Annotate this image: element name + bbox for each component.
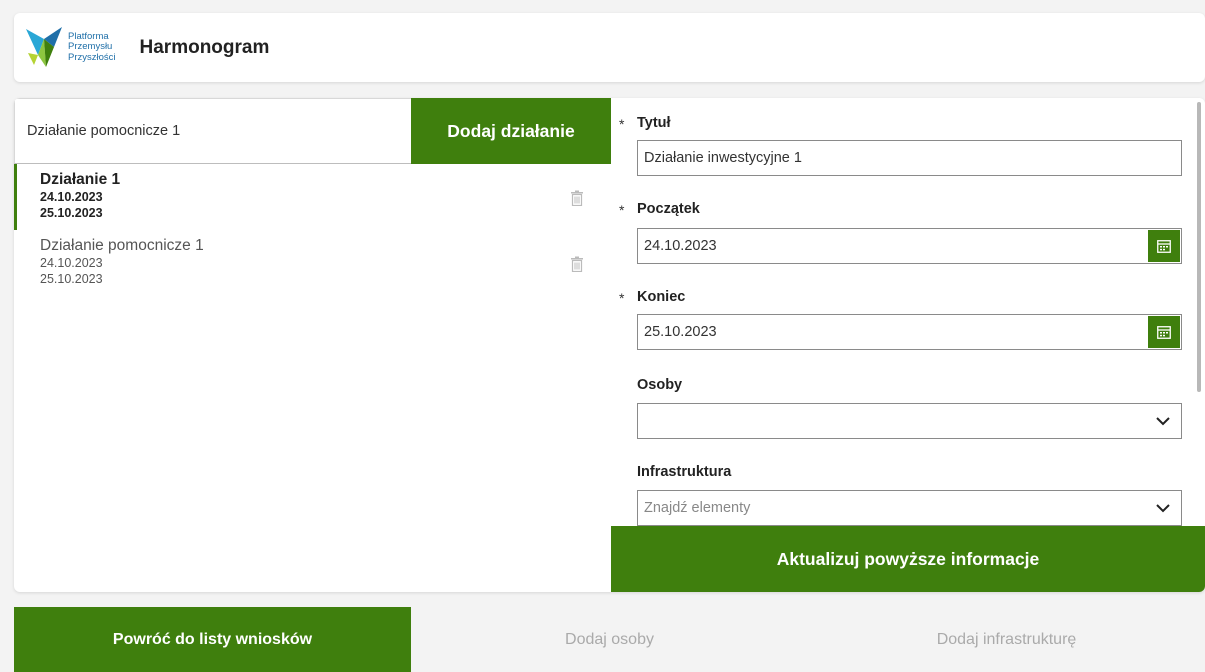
start-date-input[interactable]: 24.10.2023 [637,228,1182,264]
chevron-down-icon [1156,504,1170,513]
add-activity-button[interactable]: Dodaj działanie [411,98,611,164]
activity-end-date: 25.10.2023 [40,206,103,220]
end-date-input[interactable]: 25.10.2023 [637,314,1182,350]
activity-start-date: 24.10.2023 [40,190,103,204]
list-item[interactable]: Działanie 1 24.10.2023 25.10.2023 [14,164,611,230]
app-header: Platforma Przemysłu Przyszłości Harmonog… [14,13,1205,82]
end-date-label: Koniec [637,289,686,305]
required-mark: * [619,116,625,132]
new-activity-input[interactable] [14,98,411,164]
persons-label: Osoby [637,377,683,393]
persons-dropdown[interactable] [637,403,1182,439]
title-input[interactable]: Działanie inwestycyjne 1 [637,140,1182,176]
activity-end-date: 25.10.2023 [40,272,103,286]
required-mark: * [619,202,625,218]
infrastructure-label: Infrastruktura [637,464,732,480]
title-label: Tytuł [637,115,671,131]
end-date-value: 25.10.2023 [644,324,717,340]
schedule-panel: Dodaj działanie Działanie 1 24.10.2023 2… [14,98,1205,592]
title-value: Działanie inwestycyjne 1 [644,150,802,166]
calendar-icon [1157,239,1171,253]
update-info-button[interactable]: Aktualizuj powyższe informacje [611,526,1205,592]
scrollbar-thumb[interactable] [1197,102,1201,392]
logo: Platforma Przemysłu Przyszłości [24,25,116,71]
list-item[interactable]: Działanie pomocnicze 1 24.10.2023 25.10.… [14,230,611,296]
page-title: Harmonogram [139,36,270,58]
trash-icon[interactable] [570,190,584,206]
trash-icon[interactable] [570,256,584,272]
infrastructure-dropdown[interactable]: Znajdź elementy [637,490,1182,526]
calendar-icon [1157,325,1171,339]
bottom-nav: Powróć do listy wniosków Dodaj osoby Dod… [14,607,1205,672]
infrastructure-placeholder: Znajdź elementy [644,500,751,516]
form-scrollbar[interactable] [1193,98,1205,526]
back-to-applications-button[interactable]: Powróć do listy wniosków [14,607,411,672]
activity-form-pane: * Tytuł Działanie inwestycyjne 1 * Począ… [611,98,1205,592]
required-mark: * [619,290,625,306]
add-infrastructure-tab[interactable]: Dodaj infrastrukturę [808,607,1205,672]
chevron-down-icon [1156,417,1170,426]
add-persons-tab[interactable]: Dodaj osoby [411,607,808,672]
activity-list-pane: Dodaj działanie Działanie 1 24.10.2023 2… [14,98,611,592]
start-date-value: 24.10.2023 [644,238,717,254]
butterfly-logo-icon [26,26,62,67]
logo-text: Platforma Przemysłu Przyszłości [68,30,116,63]
start-date-label: Początek [637,201,700,217]
activity-start-date: 24.10.2023 [40,256,103,270]
activity-name: Działanie pomocnicze 1 [40,237,204,254]
end-date-picker-button[interactable] [1148,316,1180,348]
start-date-picker-button[interactable] [1148,230,1180,262]
activity-form: * Tytuł Działanie inwestycyjne 1 * Począ… [611,98,1193,526]
activity-list: Działanie 1 24.10.2023 25.10.2023 Działa… [14,164,611,296]
activity-name: Działanie 1 [40,171,121,188]
